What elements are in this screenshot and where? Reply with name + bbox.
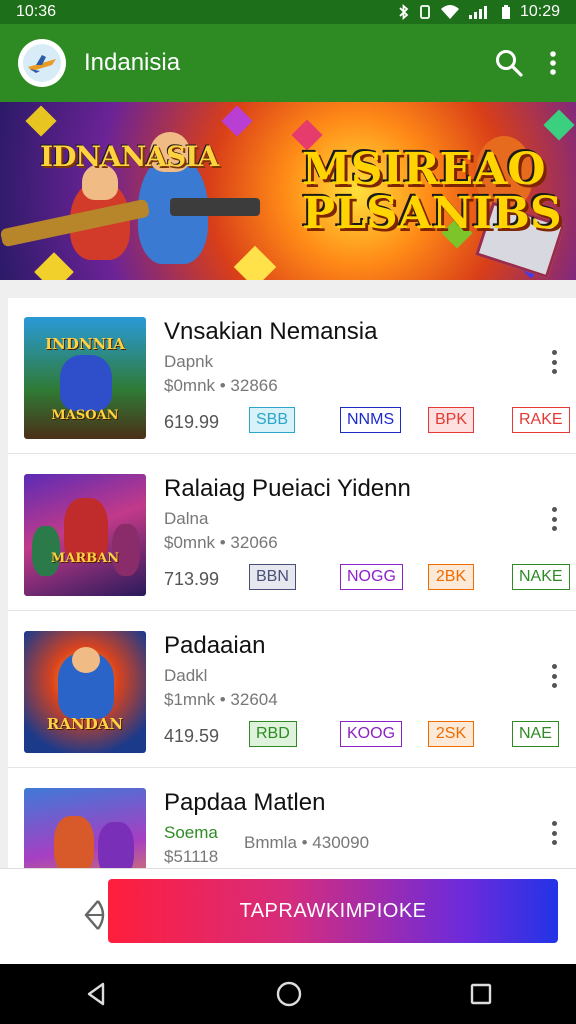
bluetooth-icon bbox=[399, 4, 409, 20]
tag-badge[interactable]: NAE bbox=[512, 721, 559, 747]
tag-badge[interactable]: NAKE bbox=[512, 564, 570, 590]
thumbnail-subtitle: MASOAN bbox=[51, 408, 119, 423]
game-thumbnail[interactable] bbox=[24, 788, 146, 868]
game-developer: Dapnk bbox=[164, 352, 214, 371]
tag-badge[interactable]: 2SK bbox=[428, 721, 474, 747]
game-developer: Dalna bbox=[164, 509, 209, 528]
thumbnail-title: RANDAN bbox=[46, 715, 124, 733]
game-thumbnail[interactable]: INDNNIA MASOAN bbox=[24, 317, 146, 439]
tag-badge[interactable]: NOGG bbox=[340, 564, 403, 590]
back-icon[interactable] bbox=[83, 981, 109, 1007]
game-meta: $1mnk • 32604 bbox=[164, 690, 278, 709]
banner-title-line1: MSIREAO bbox=[302, 144, 546, 195]
vibrate-icon bbox=[420, 5, 430, 19]
game-thumbnail[interactable]: MARBAN bbox=[24, 474, 146, 596]
app-bar: Indanisia bbox=[0, 24, 576, 102]
promo-banner[interactable]: IDNANASIA MSIREAO PLSANIBS bbox=[0, 102, 576, 280]
tag-badge[interactable]: SBB bbox=[249, 407, 296, 433]
wifi-icon bbox=[440, 5, 459, 19]
list-item[interactable]: RANDAN Padaaian Dadkl $1mnk • 32604 419.… bbox=[8, 612, 576, 768]
game-thumbnail[interactable]: RANDAN bbox=[24, 631, 146, 753]
list-item[interactable]: INDNNIA MASOAN Vnsakian Nemansia Dapnk $… bbox=[8, 298, 576, 454]
search-icon[interactable] bbox=[494, 48, 524, 78]
thumbnail-character-art bbox=[98, 822, 134, 868]
thumbnail-character-art bbox=[60, 355, 112, 411]
game-name[interactable]: Ralaiag Pueiaci Yidenn bbox=[164, 475, 411, 503]
game-meta: $0mnk • 32066 bbox=[164, 533, 278, 552]
bottom-action-bar: TAPRAWKIMPIOKE bbox=[0, 868, 576, 964]
game-meta: $0mnk • 32866 bbox=[164, 376, 278, 395]
gem-decor bbox=[233, 245, 277, 280]
status-time: 10:36 bbox=[16, 3, 57, 20]
tag-badge[interactable]: NNMS bbox=[340, 407, 402, 433]
tag-badge[interactable]: BBN bbox=[249, 564, 296, 590]
tag-badge[interactable]: BPK bbox=[428, 407, 475, 433]
game-meta: $51118 bbox=[164, 847, 219, 866]
recents-icon[interactable] bbox=[469, 982, 493, 1006]
banner-right-title: MSIREAO PLSANIBS bbox=[302, 144, 562, 239]
tag-badge[interactable]: RBD bbox=[249, 721, 297, 747]
status-time-right: 10:29 bbox=[519, 3, 560, 20]
banner-left-title: IDNANASIA bbox=[40, 140, 219, 173]
tag-badge[interactable]: RAKE bbox=[512, 407, 570, 433]
gem-decor bbox=[25, 105, 57, 137]
primary-cta-button[interactable]: TAPRAWKIMPIOKE bbox=[108, 879, 558, 943]
game-developer: Soema bbox=[164, 823, 218, 842]
thumbnail-character-art bbox=[54, 816, 94, 868]
status-icons: 10:29 bbox=[398, 3, 560, 21]
game-price: 713.99 bbox=[164, 569, 220, 589]
game-name[interactable]: Padaaian bbox=[164, 632, 265, 660]
app-logo[interactable] bbox=[18, 39, 66, 87]
gem-decor bbox=[543, 109, 575, 141]
app-title: Indanisia bbox=[84, 49, 181, 76]
leaf-icon[interactable] bbox=[80, 897, 110, 933]
airplane-logo-icon bbox=[23, 44, 61, 82]
list-item[interactable]: Papdaa Matlen Soema Bmmla • 430090 $5111… bbox=[8, 769, 576, 868]
status-bar: 10:36 10:29 bbox=[0, 0, 576, 24]
more-options-icon[interactable] bbox=[550, 664, 558, 688]
battery-icon bbox=[501, 5, 510, 19]
thumbnail-title: MARBAN bbox=[50, 551, 120, 566]
system-nav-bar bbox=[0, 964, 576, 1024]
gem-decor bbox=[34, 252, 74, 280]
more-options-icon[interactable] bbox=[550, 350, 558, 374]
home-icon[interactable] bbox=[275, 980, 303, 1008]
game-meta-secondary: Bmmla • 430090 bbox=[244, 833, 370, 852]
game-name[interactable]: Papdaa Matlen bbox=[164, 789, 325, 817]
game-price: 619.99 bbox=[164, 412, 220, 432]
more-vert-icon[interactable] bbox=[548, 49, 558, 77]
tag-badge[interactable]: 2BK bbox=[428, 564, 474, 590]
thumbnail-title: INDNNIA bbox=[45, 335, 125, 353]
more-options-icon[interactable] bbox=[550, 821, 558, 845]
thumbnail-character-art bbox=[112, 524, 140, 576]
signal-icon bbox=[468, 6, 487, 19]
more-options-icon[interactable] bbox=[550, 507, 558, 531]
list-item[interactable]: MARBAN Ralaiag Pueiaci Yidenn Dalna $0mn… bbox=[8, 455, 576, 611]
game-list: INDNNIA MASOAN Vnsakian Nemansia Dapnk $… bbox=[8, 298, 576, 868]
gem-decor bbox=[221, 105, 253, 137]
game-price: 419.59 bbox=[164, 726, 220, 746]
game-developer: Dadkl bbox=[164, 666, 208, 685]
game-name[interactable]: Vnsakian Nemansia bbox=[164, 318, 377, 346]
weapon-art bbox=[170, 198, 260, 216]
thumbnail-face-art bbox=[72, 647, 100, 673]
tag-badge[interactable]: KOOG bbox=[340, 721, 403, 747]
banner-title-line2: PLSANIBS bbox=[302, 188, 562, 239]
